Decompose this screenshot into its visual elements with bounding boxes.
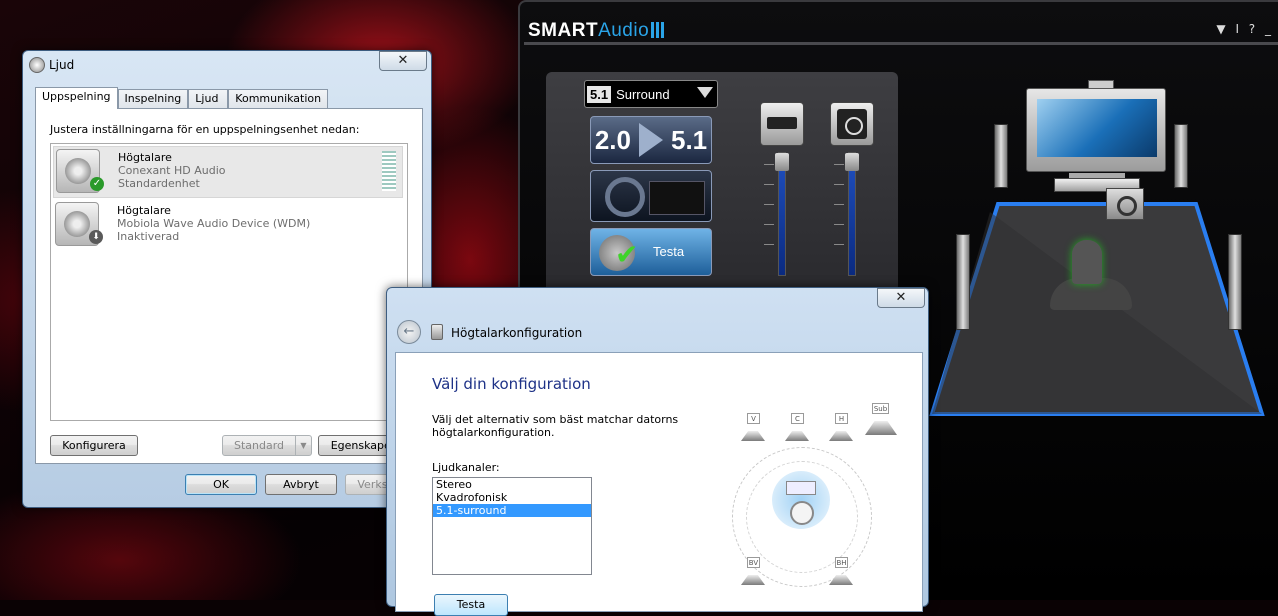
list-item[interactable]: 5.1-surround xyxy=(433,504,591,517)
monitor-icon xyxy=(786,481,816,495)
tv-icon xyxy=(1026,88,1166,183)
ok-button[interactable]: OK xyxy=(185,474,257,495)
tab-strip: Uppspelning Inspelning Ljud Kommunikatio… xyxy=(35,87,329,109)
playback-page: Justera inställningarna för en uppspelni… xyxy=(35,108,423,464)
speaker-tag: V xyxy=(747,413,760,424)
speaker-cone-icon xyxy=(785,431,809,441)
device-list[interactable]: ✓ Högtalare Conexant HD Audio Standarden… xyxy=(50,143,408,421)
listener-icon xyxy=(790,501,814,525)
speaker-cone-icon xyxy=(829,431,853,441)
center-speaker[interactable]: C xyxy=(784,413,810,441)
speaker-cone-icon xyxy=(829,575,853,585)
tab-playback[interactable]: Uppspelning xyxy=(35,87,118,109)
set-default-label: Standard xyxy=(233,439,285,452)
cancel-button[interactable]: Avbryt xyxy=(265,474,337,495)
default-check-icon: ✓ xyxy=(90,177,104,191)
speaker-cone-icon xyxy=(741,431,765,441)
speaker-tag: Sub xyxy=(872,403,889,414)
rear-left-speaker-icon xyxy=(956,234,970,330)
device-name: Högtalare xyxy=(118,151,172,164)
list-item[interactable]: ⬇ Högtalare Mobiola Wave Audio Device (W… xyxy=(53,200,403,252)
speaker-tag: BH xyxy=(835,557,848,568)
test-button[interactable]: Testa xyxy=(434,594,508,616)
back-arrow-icon[interactable]: ← xyxy=(397,320,421,344)
speaker-tag: H xyxy=(835,413,848,424)
chevron-down-icon[interactable]: ▼ xyxy=(295,436,311,455)
speaker-cone-icon xyxy=(865,421,897,435)
front-left-speaker[interactable]: V xyxy=(740,413,766,441)
subwoofer-speaker-icon xyxy=(1106,188,1144,220)
speaker-tag: BV xyxy=(747,557,760,568)
wizard-content: Välj din konfiguration Välj det alternat… xyxy=(395,352,923,616)
front-right-speaker[interactable]: H xyxy=(828,413,854,441)
front-right-speaker-icon xyxy=(1174,124,1188,188)
set-default-button[interactable]: Standard ▼ xyxy=(222,435,312,456)
subwoofer-speaker[interactable]: Sub xyxy=(864,403,898,435)
tab-sounds[interactable]: Ljud xyxy=(188,89,229,109)
rear-right-speaker[interactable]: BH xyxy=(828,557,854,585)
disabled-icon: ⬇ xyxy=(89,230,103,244)
speaker-icon xyxy=(431,324,443,340)
close-button[interactable]: ✕ xyxy=(877,288,925,308)
device-status: Standardenhet xyxy=(118,177,200,190)
tab-communication[interactable]: Kommunikation xyxy=(228,89,329,109)
page-title: Välj din konfiguration xyxy=(432,375,591,393)
speaker-tag: C xyxy=(791,413,804,424)
window-title: Ljud xyxy=(49,58,75,72)
description-text: Välj det alternativ som bäst matchar dat… xyxy=(432,413,679,439)
device-driver: Mobiola Wave Audio Device (WDM) xyxy=(117,217,311,230)
device-name: Högtalare xyxy=(117,204,171,217)
speaker-icon xyxy=(29,57,45,73)
tab-recording[interactable]: Inspelning xyxy=(117,89,189,109)
front-left-speaker-icon xyxy=(994,124,1008,188)
close-button[interactable]: ✕ xyxy=(379,51,427,71)
speaker-cone-icon xyxy=(741,575,765,585)
device-status: Inaktiverad xyxy=(117,230,180,243)
list-item[interactable]: Stereo xyxy=(433,478,591,491)
listener-head xyxy=(1072,240,1102,284)
device-driver: Conexant HD Audio xyxy=(118,164,226,177)
rear-right-speaker-icon xyxy=(1228,234,1242,330)
instruction-text: Justera inställningarna för en uppspelni… xyxy=(50,123,360,136)
channels-label: Ljudkanaler: xyxy=(432,461,500,474)
channels-listbox[interactable]: Stereo Kvadrofonisk 5.1-surround xyxy=(432,477,592,575)
ljud-window: Ljud ✕ Uppspelning Inspelning Ljud Kommu… xyxy=(22,50,432,508)
window-title: Högtalarkonfiguration xyxy=(451,326,583,340)
rear-left-speaker[interactable]: BV xyxy=(740,557,766,585)
speaker-config-window: ✕ ← Högtalarkonfiguration Välj din konfi… xyxy=(386,287,929,616)
list-item[interactable]: ✓ Högtalare Conexant HD Audio Standarden… xyxy=(53,146,403,198)
list-item[interactable]: Kvadrofonisk xyxy=(433,491,591,504)
level-meter xyxy=(382,151,396,191)
configure-button[interactable]: Konfigurera xyxy=(50,435,138,456)
